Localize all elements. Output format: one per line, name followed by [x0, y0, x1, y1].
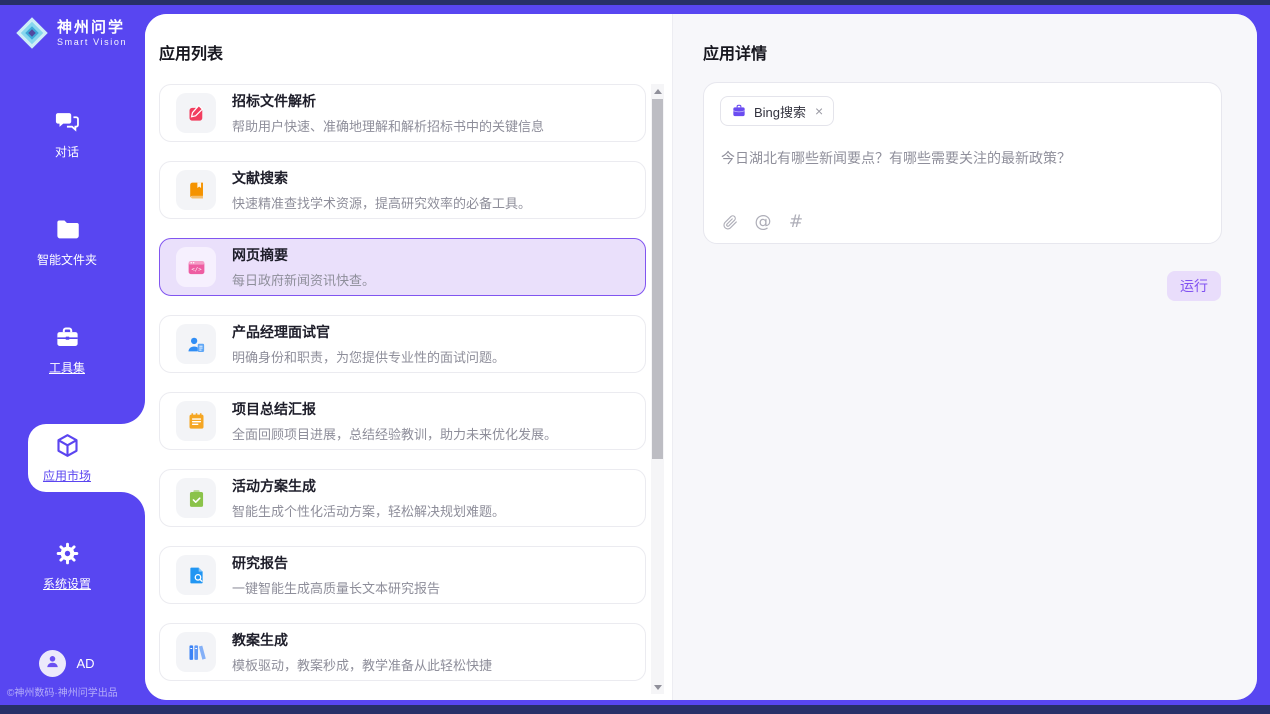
tool-tag[interactable]: Bing搜索 ×: [720, 96, 834, 126]
cube-icon: [54, 432, 81, 459]
app-card-title: 产品经理面试官: [232, 322, 505, 342]
app-card[interactable]: 招标文件解析 帮助用户快速、准确地理解和解析招标书中的关键信息: [159, 84, 646, 142]
svg-text:</>: </>: [191, 267, 202, 273]
books-app-icon: [176, 632, 216, 672]
report-app-icon: [176, 555, 216, 595]
app-card[interactable]: 产品经理面试官 明确身份和职责，为您提供专业性的面试问题。: [159, 315, 646, 373]
book-app-icon: [176, 170, 216, 210]
app-card-text: 研究报告 一键智能生成高质量长文本研究报告: [232, 553, 440, 597]
scrollbar-up-arrow[interactable]: [651, 84, 664, 98]
browser-app-icon: </>: [176, 247, 216, 287]
scrollbar-down-arrow[interactable]: [651, 680, 664, 694]
sidebar-item-toolset[interactable]: 工具集: [0, 316, 134, 384]
app-detail-title: 应用详情: [703, 40, 767, 64]
app-card[interactable]: </> 网页摘要 每日政府新闻资讯快查。: [159, 238, 646, 296]
interview-app-icon: [176, 324, 216, 364]
sidebar-item-chat[interactable]: 对话: [0, 100, 134, 168]
chat-icon: [54, 108, 81, 135]
app-card-text: 活动方案生成 智能生成个性化活动方案，轻松解决规划难题。: [232, 476, 505, 520]
app-card[interactable]: 文献搜索 快速精准查找学术资源，提高研究效率的必备工具。: [159, 161, 646, 219]
person-icon: [44, 653, 61, 675]
folder-icon: [54, 216, 81, 243]
active-tab-curve-bottom: [119, 492, 145, 518]
edit-app-icon: [176, 93, 216, 133]
app-card-text: 项目总结汇报 全面回顾项目进展，总结经验教训，助力未来优化发展。: [232, 399, 557, 443]
app-card-text: 教案生成 模板驱动，教案秒成，教学准备从此轻松快捷: [232, 630, 492, 674]
brand-name: 神州问学: [57, 19, 127, 36]
user-initials: AD: [76, 656, 94, 671]
active-tab-curve-top: [119, 398, 145, 424]
app-list-title: 应用列表: [159, 40, 223, 64]
app-window: 神州问学 Smart Vision 对话 智能文件夹 工具集 应用市场 系统设置…: [0, 5, 1270, 705]
window-bottom-bar: [0, 705, 1270, 714]
app-card-desc: 帮助用户快速、准确地理解和解析招标书中的关键信息: [232, 116, 544, 135]
sidebar-item-label: 应用市场: [43, 467, 91, 484]
user-chip[interactable]: AD: [0, 650, 134, 677]
sidebar-item-label: 智能文件夹: [37, 251, 97, 268]
note-app-icon: [176, 401, 216, 441]
briefcase-icon: [731, 103, 747, 119]
brand-text: 神州问学 Smart Vision: [57, 19, 127, 46]
sidebar-item-smart-folder[interactable]: 智能文件夹: [0, 208, 134, 276]
brand-subtitle: Smart Vision: [57, 37, 127, 47]
app-card-title: 文献搜索: [232, 168, 531, 188]
scrollbar[interactable]: [651, 84, 664, 694]
gear-icon: [54, 540, 81, 567]
sidebar-item-app-market[interactable]: 应用市场: [0, 424, 134, 492]
sidebar-nav: 对话 智能文件夹 工具集 应用市场 系统设置: [0, 100, 134, 640]
app-card-desc: 快速精准查找学术资源，提高研究效率的必备工具。: [232, 193, 531, 212]
query-toolbar: @#: [721, 213, 805, 231]
app-card-title: 教案生成: [232, 630, 492, 650]
sidebar-item-label: 对话: [55, 143, 79, 160]
mention-icon[interactable]: @: [754, 213, 772, 231]
scrollbar-thumb[interactable]: [652, 99, 663, 459]
app-card-desc: 模板驱动，教案秒成，教学准备从此轻松快捷: [232, 655, 492, 674]
query-text[interactable]: 今日湖北有哪些新闻要点？有哪些需要关注的最新政策？: [721, 149, 1205, 169]
app-card-desc: 智能生成个性化活动方案，轻松解决规划难题。: [232, 501, 505, 520]
app-card[interactable]: 项目总结汇报 全面回顾项目进展，总结经验教训，助力未来优化发展。: [159, 392, 646, 450]
app-card-title: 项目总结汇报: [232, 399, 557, 419]
app-card-list: 招标文件解析 帮助用户快速、准确地理解和解析招标书中的关键信息 文献搜索 快速精…: [159, 84, 646, 700]
app-card-text: 招标文件解析 帮助用户快速、准确地理解和解析招标书中的关键信息: [232, 91, 544, 135]
tool-tag-label: Bing搜索: [754, 102, 806, 121]
brand-logo: 神州问学 Smart Vision: [14, 15, 127, 51]
sidebar-item-label: 系统设置: [43, 575, 91, 592]
app-card[interactable]: 教案生成 模板驱动，教案秒成，教学准备从此轻松快捷: [159, 623, 646, 681]
main-content: 应用列表 招标文件解析 帮助用户快速、准确地理解和解析招标书中的关键信息 文献搜…: [145, 14, 1257, 700]
paperclip-icon[interactable]: [721, 213, 739, 231]
avatar[interactable]: [39, 650, 66, 677]
app-card-text: 文献搜索 快速精准查找学术资源，提高研究效率的必备工具。: [232, 168, 531, 212]
app-card-desc: 全面回顾项目进展，总结经验教训，助力未来优化发展。: [232, 424, 557, 443]
clipboard-app-icon: [176, 478, 216, 518]
app-list-panel: 应用列表 招标文件解析 帮助用户快速、准确地理解和解析招标书中的关键信息 文献搜…: [145, 14, 672, 700]
prompt-card: Bing搜索 × 今日湖北有哪些新闻要点？有哪些需要关注的最新政策？ @#: [703, 82, 1222, 244]
run-row: 运行: [1167, 271, 1221, 301]
app-card-title: 招标文件解析: [232, 91, 544, 111]
app-detail-panel: 应用详情 Bing搜索 × 今日湖北有哪些新闻要点？有哪些需要关注的最新政策？ …: [672, 14, 1257, 700]
toolbox-icon: [54, 324, 81, 351]
app-card-text: 网页摘要 每日政府新闻资讯快查。: [232, 245, 375, 289]
brand-diamond-icon: [14, 15, 50, 51]
app-card[interactable]: 研究报告 一键智能生成高质量长文本研究报告: [159, 546, 646, 604]
app-card-desc: 每日政府新闻资讯快查。: [232, 270, 375, 289]
sidebar-item-label: 工具集: [49, 359, 85, 376]
sidebar-footer: ©神州数码·神州问学出品: [7, 684, 118, 699]
hashtag-icon[interactable]: #: [787, 213, 805, 231]
app-card-title: 研究报告: [232, 553, 440, 573]
app-card-title: 活动方案生成: [232, 476, 505, 496]
app-card-desc: 一键智能生成高质量长文本研究报告: [232, 578, 440, 597]
sidebar-item-settings[interactable]: 系统设置: [0, 532, 134, 600]
sidebar: 神州问学 Smart Vision 对话 智能文件夹 工具集 应用市场 系统设置…: [0, 5, 145, 705]
app-card-text: 产品经理面试官 明确身份和职责，为您提供专业性的面试问题。: [232, 322, 505, 366]
app-card[interactable]: 活动方案生成 智能生成个性化活动方案，轻松解决规划难题。: [159, 469, 646, 527]
app-card-title: 网页摘要: [232, 245, 375, 265]
run-button[interactable]: 运行: [1167, 271, 1221, 301]
app-card-desc: 明确身份和职责，为您提供专业性的面试问题。: [232, 347, 505, 366]
tag-close-icon[interactable]: ×: [815, 104, 823, 118]
